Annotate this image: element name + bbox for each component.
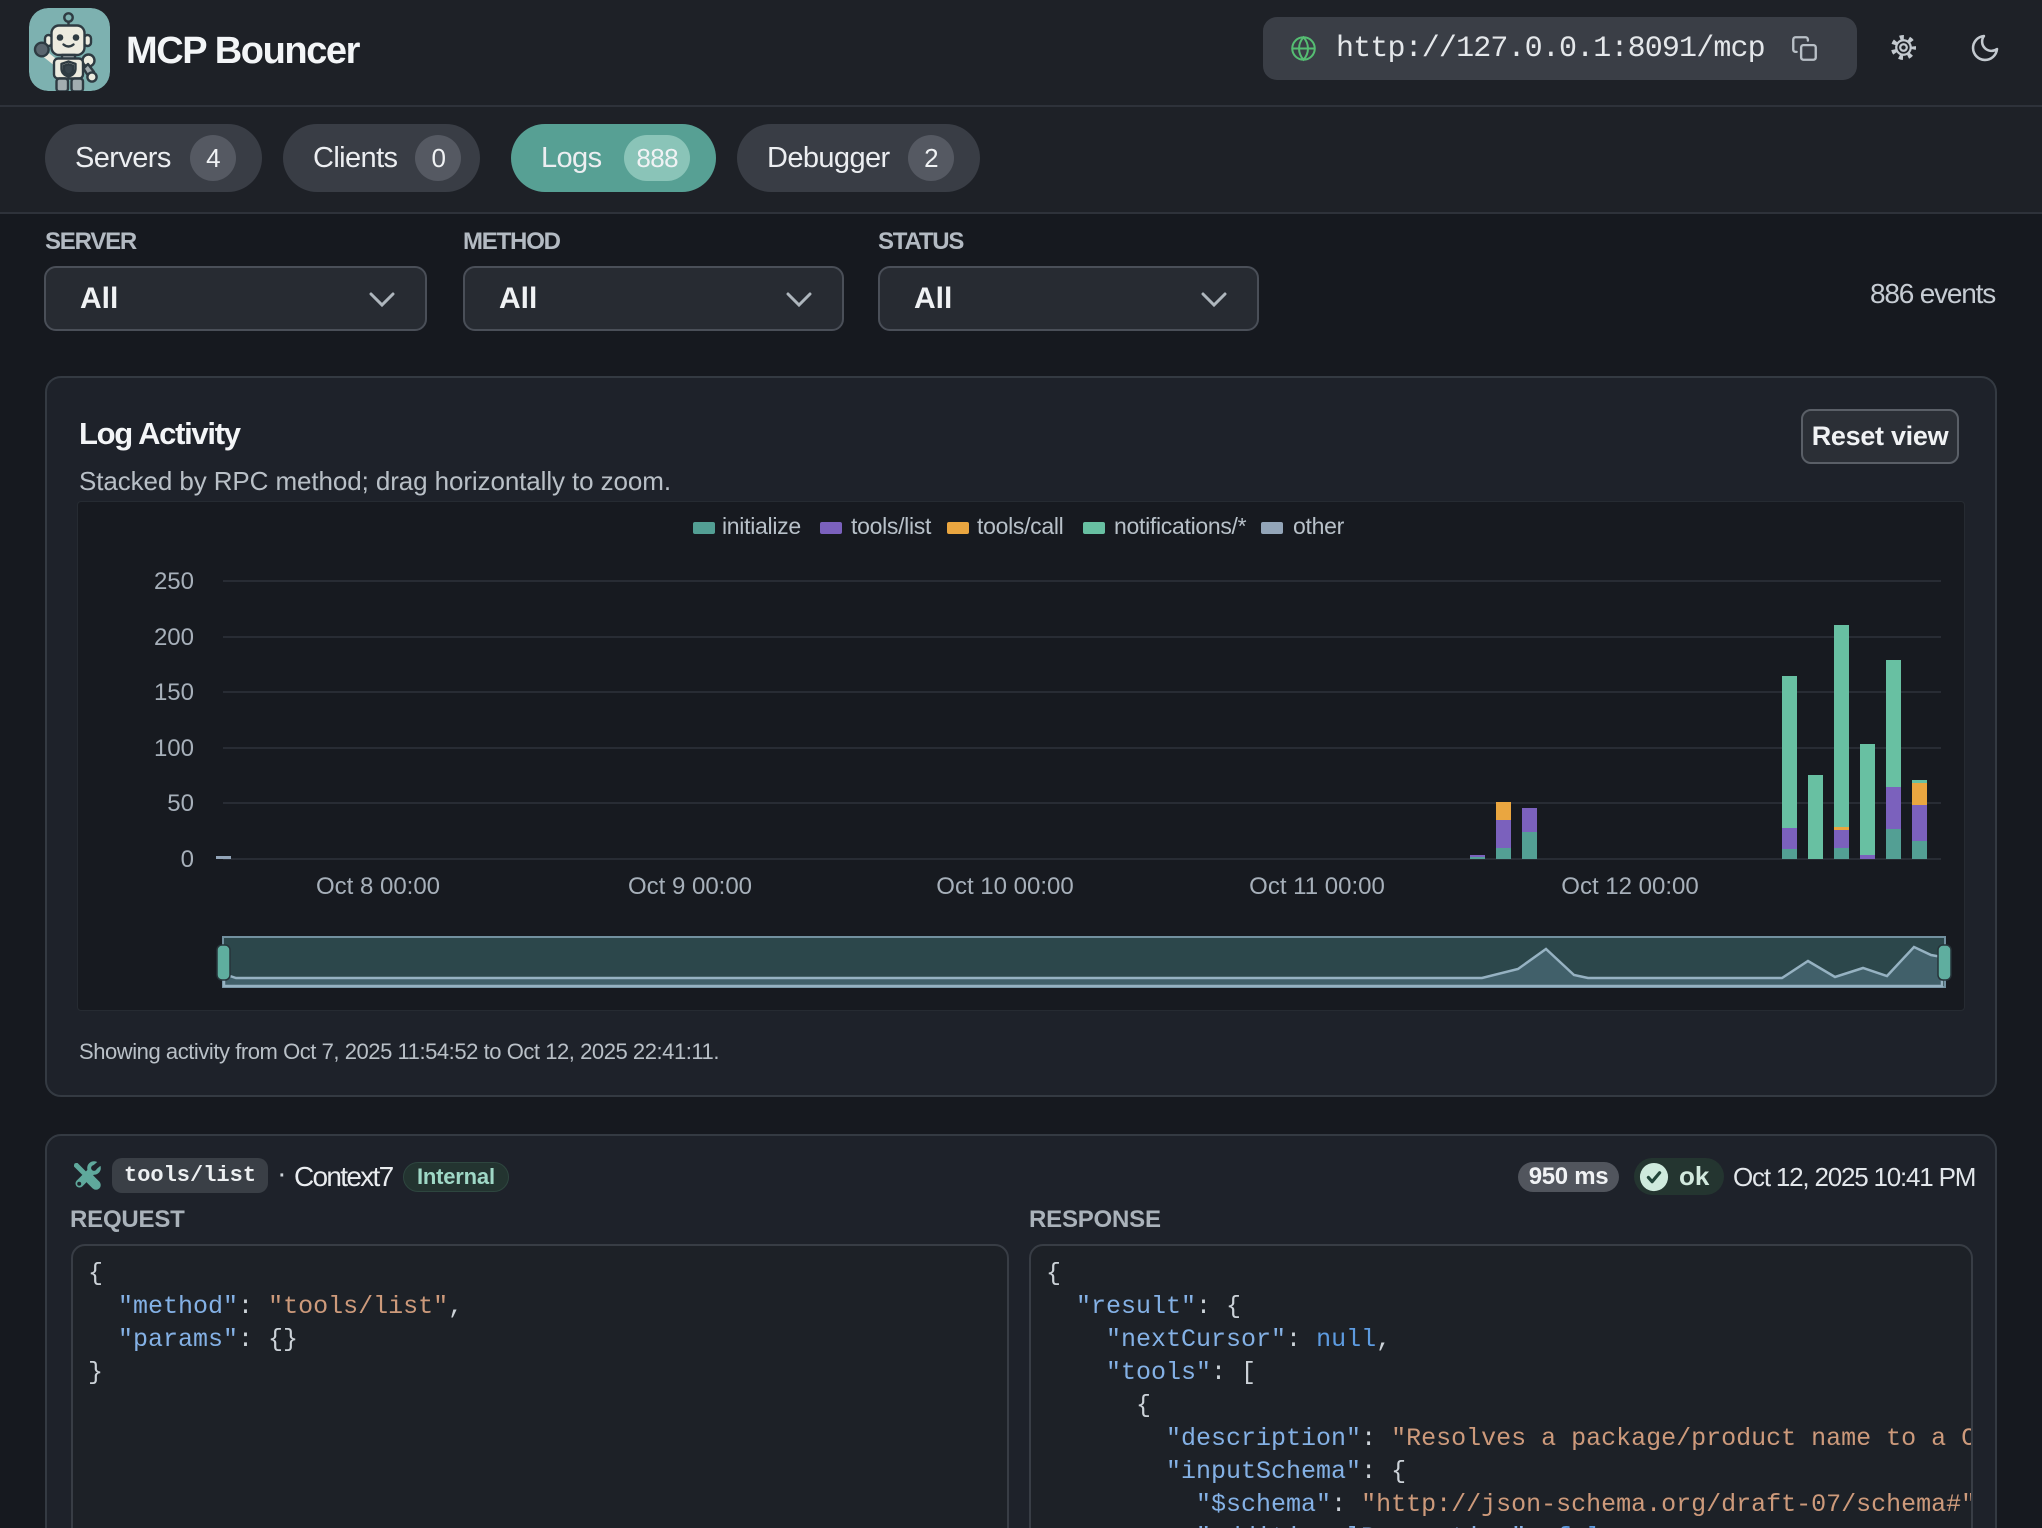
svg-text:Oct 12 00:00: Oct 12 00:00	[1561, 873, 1698, 900]
svg-text:tools/call: tools/call	[977, 513, 1064, 539]
svg-text:50: 50	[167, 790, 194, 817]
svg-text:Oct 8 00:00: Oct 8 00:00	[316, 873, 440, 900]
svg-text:250: 250	[154, 568, 194, 595]
svg-text:initialize: initialize	[722, 513, 801, 539]
svg-text:notifications/*: notifications/*	[1114, 513, 1247, 539]
svg-text:Oct 9 00:00: Oct 9 00:00	[628, 873, 752, 900]
svg-text:200: 200	[154, 624, 194, 651]
svg-text:150: 150	[154, 679, 194, 706]
svg-text:tools/list: tools/list	[851, 513, 932, 539]
svg-text:Oct 11 00:00: Oct 11 00:00	[1249, 873, 1385, 900]
svg-text:Oct 10 00:00: Oct 10 00:00	[936, 873, 1073, 900]
svg-text:100: 100	[154, 735, 194, 762]
svg-text:other: other	[1293, 513, 1345, 539]
svg-text:0: 0	[181, 846, 194, 873]
